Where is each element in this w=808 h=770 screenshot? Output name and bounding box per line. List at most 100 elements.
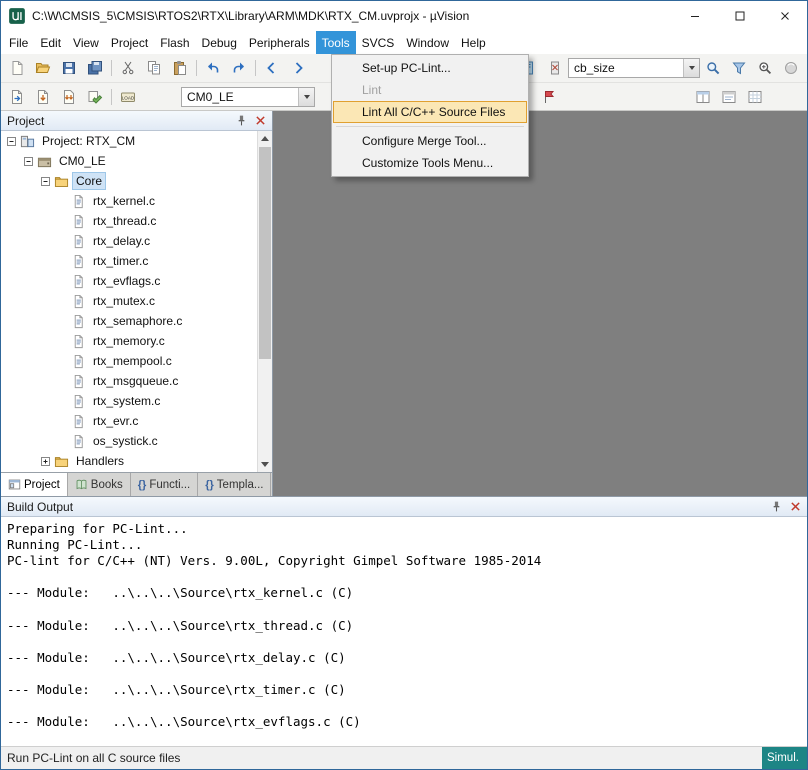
menu-help[interactable]: Help xyxy=(455,31,492,54)
flag-button[interactable] xyxy=(536,86,562,108)
scroll-down-button[interactable] xyxy=(258,457,272,472)
uvision-logo-icon xyxy=(8,7,26,25)
close-panel-icon[interactable] xyxy=(787,499,804,515)
bookmark-clear-button[interactable] xyxy=(542,57,568,79)
close-button[interactable] xyxy=(762,1,807,31)
build-output-line: PC-lint for C/C++ (NT) Vers. 9.00L, Copy… xyxy=(7,553,801,569)
nav-back-button[interactable] xyxy=(259,57,285,79)
menu-tools[interactable]: Tools xyxy=(316,31,356,54)
expand-plus-icon[interactable] xyxy=(41,457,50,466)
tools-menu-item-set-up-pc-lint[interactable]: Set-up PC-Lint... xyxy=(333,57,527,79)
cut-icon xyxy=(120,60,136,76)
save-button[interactable] xyxy=(56,57,82,79)
tree-item-rtx-semaphore-c[interactable]: rtx_semaphore.c xyxy=(1,311,272,331)
nav-forward-button[interactable] xyxy=(285,57,311,79)
tree-item-rtx-system-c[interactable]: rtx_system.c xyxy=(1,391,272,411)
build-output-header: Build Output xyxy=(1,497,807,517)
tab-project[interactable]: Project xyxy=(1,473,68,496)
expand-minus-icon[interactable] xyxy=(41,177,50,186)
zoom-in-button[interactable] xyxy=(752,57,778,79)
braces-icon: {} xyxy=(138,479,147,491)
tools-menu-item-configure-merge-tool[interactable]: Configure Merge Tool... xyxy=(333,130,527,152)
menu-svcs[interactable]: SVCS xyxy=(356,31,401,54)
menu-debug[interactable]: Debug xyxy=(196,31,243,54)
tools-menu-item-customize-tools-menu[interactable]: Customize Tools Menu... xyxy=(333,152,527,174)
paste-icon xyxy=(172,60,188,76)
filter-button[interactable] xyxy=(726,57,752,79)
tree-item-core[interactable]: Core xyxy=(1,171,272,191)
scroll-up-button[interactable] xyxy=(258,131,272,146)
tree-item-rtx-evflags-c[interactable]: rtx_evflags.c xyxy=(1,271,272,291)
tree-item-os-systick-c[interactable]: os_systick.c xyxy=(1,431,272,451)
debug-windows-button[interactable] xyxy=(690,86,716,108)
watch-window-button[interactable] xyxy=(716,86,742,108)
batch-build-button[interactable] xyxy=(82,86,108,108)
minimize-button[interactable] xyxy=(672,1,717,31)
open-folder-button[interactable] xyxy=(30,57,56,79)
tree-item-rtx-thread-c[interactable]: rtx_thread.c xyxy=(1,211,272,231)
find-combo[interactable]: cb_size xyxy=(568,58,700,78)
tab-functi[interactable]: {}Functi... xyxy=(131,473,198,496)
build-output-line: --- Module: ..\..\..\Source\rtx_evflags.… xyxy=(7,714,801,730)
expand-minus-icon[interactable] xyxy=(24,157,33,166)
translate-button[interactable] xyxy=(4,86,30,108)
save-all-button[interactable] xyxy=(82,57,108,79)
rebuild-button[interactable] xyxy=(56,86,82,108)
build-button[interactable] xyxy=(30,86,56,108)
target-select-combo[interactable]: CM0_LE xyxy=(181,87,315,107)
tree-item-label: rtx_system.c xyxy=(90,393,163,409)
tree-item-rtx-mutex-c[interactable]: rtx_mutex.c xyxy=(1,291,272,311)
tree-item-rtx-msgqueue-c[interactable]: rtx_msgqueue.c xyxy=(1,371,272,391)
tree-item-rtx-kernel-c[interactable]: rtx_kernel.c xyxy=(1,191,272,211)
tree-item-rtx-timer-c[interactable]: rtx_timer.c xyxy=(1,251,272,271)
memory-window-button[interactable] xyxy=(742,86,768,108)
file-icon xyxy=(71,374,86,389)
load-button[interactable]: LOAD xyxy=(115,86,141,108)
pin-icon[interactable] xyxy=(233,113,250,129)
cut-button[interactable] xyxy=(115,57,141,79)
tree-item-rtx-mempool-c[interactable]: rtx_mempool.c xyxy=(1,351,272,371)
tree-scrollbar[interactable] xyxy=(257,131,272,472)
menu-project[interactable]: Project xyxy=(105,31,154,54)
find-in-files-button[interactable] xyxy=(700,57,726,79)
maximize-button[interactable] xyxy=(717,1,762,31)
menu-peripherals[interactable]: Peripherals xyxy=(243,31,316,54)
close-panel-icon[interactable] xyxy=(252,113,269,129)
tab-books[interactable]: Books xyxy=(68,473,131,496)
target-combo-value[interactable]: CM0_LE xyxy=(182,88,298,106)
tree-item-rtx-memory-c[interactable]: rtx_memory.c xyxy=(1,331,272,351)
tree-item-rtx-evr-c[interactable]: rtx_evr.c xyxy=(1,411,272,431)
pin-icon[interactable] xyxy=(768,499,785,515)
undo-button[interactable] xyxy=(200,57,226,79)
tree-item-handlers[interactable]: Handlers xyxy=(1,451,272,471)
redo-icon xyxy=(231,60,247,76)
window-controls xyxy=(672,1,807,31)
paste-button[interactable] xyxy=(167,57,193,79)
sphere-button[interactable] xyxy=(778,57,804,79)
tree-item-project-rtx-cm[interactable]: Project: RTX_CM xyxy=(1,131,272,151)
tab-label: Project xyxy=(24,479,60,491)
scrollbar-thumb[interactable] xyxy=(259,147,271,359)
find-combo-value[interactable]: cb_size xyxy=(569,59,683,77)
file-icon xyxy=(71,194,86,209)
menu-edit[interactable]: Edit xyxy=(34,31,67,54)
menu-flash[interactable]: Flash xyxy=(154,31,195,54)
target-combo-dropdown-button[interactable] xyxy=(298,88,314,106)
menu-window[interactable]: Window xyxy=(400,31,455,54)
tools-menu-item-lint-all-c-c-source-files[interactable]: Lint All C/C++ Source Files xyxy=(333,101,527,123)
toolbar-separator xyxy=(255,60,256,76)
find-combo-dropdown-button[interactable] xyxy=(683,59,699,77)
tree-item-label: rtx_timer.c xyxy=(90,253,151,269)
file-icon xyxy=(71,294,86,309)
menu-file[interactable]: File xyxy=(3,31,34,54)
tree-item-rtx-delay-c[interactable]: rtx_delay.c xyxy=(1,231,272,251)
menu-view[interactable]: View xyxy=(67,31,105,54)
redo-button[interactable] xyxy=(226,57,252,79)
tree-item-cm0-le[interactable]: CM0_LE xyxy=(1,151,272,171)
copy-button[interactable] xyxy=(141,57,167,79)
new-file-button[interactable] xyxy=(4,57,30,79)
tree-item-label: rtx_memory.c xyxy=(90,333,168,349)
tab-templa[interactable]: {}Templa... xyxy=(198,473,271,496)
expand-minus-icon[interactable] xyxy=(7,137,16,146)
build-output-panel: Build Output Preparing for PC-Lint...Run… xyxy=(1,496,807,746)
